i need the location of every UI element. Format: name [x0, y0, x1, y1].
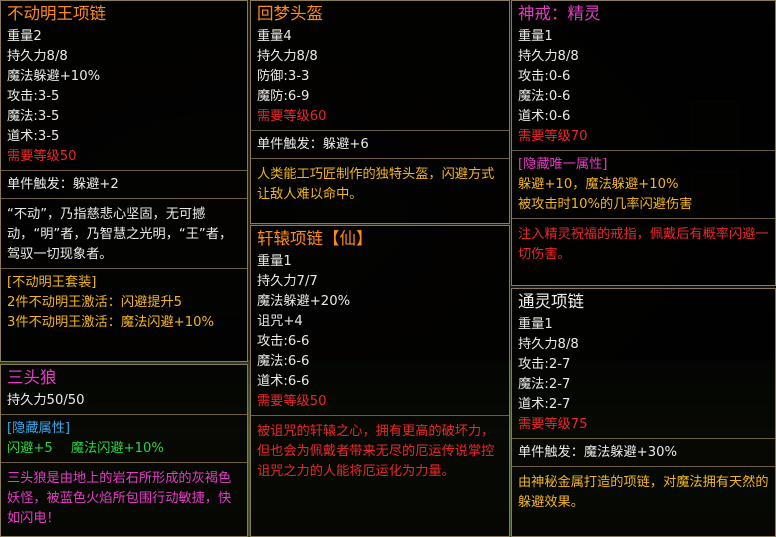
single-trigger: 单件触发：魔法躲避+30% [518, 445, 678, 460]
item-tooltip-necklace: 不动明王项链 重量2 持久力8/8 魔法躲避+10% 攻击:3-5 魔法:3-5… [0, 0, 248, 362]
monster-lore: 三头狼是由地上的岩石所形成的灰褐色妖怪，被蓝色火焰所包围行动敏捷，快如闪电！ [7, 471, 232, 526]
divider [512, 150, 775, 151]
stat-defense: 防御:3-3 [257, 69, 310, 84]
set-bonus-3: 3件不动明王激活：魔法闪避+10% [7, 315, 215, 330]
hidden-attrs: 闪避+5 魔法闪避+10% [7, 439, 241, 459]
item-lore: “不动”，乃指慈悲心坚固，无可撼动，“明”者，乃智慧之光明，“王”者，驾驭一切现… [7, 207, 233, 262]
divider [1, 462, 247, 463]
divider [512, 466, 775, 467]
item-name: 回梦头盔 [257, 4, 323, 23]
hidden-attr-1: 躲避+10，魔法躲避+10% [518, 177, 679, 192]
divider [1, 170, 247, 171]
item-weight: 重量1 [518, 317, 553, 332]
item-weight: 重量1 [257, 254, 292, 269]
item-weight: 重量2 [7, 29, 42, 44]
hidden-attr-2: 魔法闪避+10% [70, 441, 164, 456]
item-lore: 人类能工巧匠制作的独特头盔，闪避方式让敌人难以命中。 [257, 167, 495, 202]
item-durability: 持久力8/8 [257, 49, 318, 64]
item-durability: 持久力8/8 [518, 49, 579, 64]
stat-magic: 魔法:3-5 [7, 109, 60, 124]
item-name: 轩辕项链【仙】 [257, 229, 373, 248]
stat-magic-defense: 魔防:6-9 [257, 89, 310, 104]
single-trigger: 单件触发：躲避+2 [7, 177, 119, 192]
hidden-unique-header: [隐藏唯一属性] [518, 157, 608, 172]
stat-magic: 魔法:0-6 [518, 89, 571, 104]
hidden-attr-2: 被攻击时10%的几率闪避伤害 [518, 197, 693, 212]
monster-name: 三头狼 [7, 368, 57, 387]
required-level: 需要等级50 [257, 394, 327, 409]
divider [1, 198, 247, 199]
item-lore: 由神秘金属打造的项链，对魔法拥有天然的躲避效果。 [518, 475, 769, 510]
stat-curse: 诅咒+4 [257, 314, 303, 329]
stat-magic-evasion: 魔法躲避+20% [257, 294, 351, 309]
divider [1, 414, 247, 415]
stat-attack: 攻击:3-5 [7, 89, 60, 104]
stat-attack: 攻击:6-6 [257, 334, 310, 349]
set-header: [不动明王套装] [7, 275, 97, 290]
item-name: 神戒：精灵 [518, 4, 601, 23]
item-lore: 注入精灵祝福的戒指，佩戴后有概率闪避一切伤害。 [518, 227, 769, 262]
stat-attack: 攻击:0-6 [518, 69, 571, 84]
divider [512, 218, 775, 219]
required-level: 需要等级70 [518, 129, 588, 144]
item-tooltip-tongling: 通灵项链 重量1 持久力8/8 攻击:2-7 魔法:2-7 道术:2-7 需要等… [511, 288, 776, 537]
required-level: 需要等级50 [7, 149, 77, 164]
stat-magic: 魔法:2-7 [518, 377, 571, 392]
item-weight: 重量4 [257, 29, 292, 44]
item-tooltip-helmet: 回梦头盔 重量4 持久力8/8 防御:3-3 魔防:6-9 需要等级60 单件触… [250, 0, 510, 224]
set-bonus-2: 2件不动明王激活：闪避提升5 [7, 295, 183, 310]
stat-magic: 魔法:6-6 [257, 354, 310, 369]
stat-magic-evasion: 魔法躲避+10% [7, 69, 101, 84]
item-tooltip-xuanyuan: 轩辕项链【仙】 重量1 持久力7/7 魔法躲避+20% 诅咒+4 攻击:6-6 … [250, 225, 510, 537]
monster-durability: 持久力50/50 [7, 393, 85, 408]
divider [1, 268, 247, 269]
divider [251, 130, 509, 131]
hidden-attr-header: [隐藏属性] [7, 421, 71, 436]
stat-taoism: 道术:6-6 [257, 374, 310, 389]
required-level: 需要等级75 [518, 417, 588, 432]
item-weight: 重量1 [518, 29, 553, 44]
item-durability: 持久力8/8 [7, 49, 68, 64]
stat-attack: 攻击:2-7 [518, 357, 571, 372]
item-name: 不动明王项链 [7, 4, 106, 23]
monster-tooltip-wolf: 三头狼 持久力50/50 [隐藏属性] 闪避+5 魔法闪避+10% 三头狼是由地上… [0, 364, 248, 537]
item-tooltip-ring: 神戒：精灵 重量1 持久力8/8 攻击:0-6 魔法:0-6 道术:0-6 需要… [511, 0, 776, 286]
divider [251, 415, 509, 416]
required-level: 需要等级60 [257, 109, 327, 124]
item-durability: 持久力7/7 [257, 274, 318, 289]
item-name: 通灵项链 [518, 292, 584, 311]
stat-taoism: 道术:0-6 [518, 109, 571, 124]
hidden-attr-1: 闪避+5 [7, 441, 53, 456]
item-lore: 被诅咒的轩辕之心，拥有更高的破坏力，但也会为佩戴者带来无尽的厄运传说掌控诅咒之力… [257, 424, 495, 479]
single-trigger: 单件触发：躲避+6 [257, 137, 369, 152]
divider [251, 158, 509, 159]
item-durability: 持久力8/8 [518, 337, 579, 352]
stat-taoism: 道术:3-5 [7, 129, 60, 144]
stat-taoism: 道术:2-7 [518, 397, 571, 412]
divider [512, 438, 775, 439]
